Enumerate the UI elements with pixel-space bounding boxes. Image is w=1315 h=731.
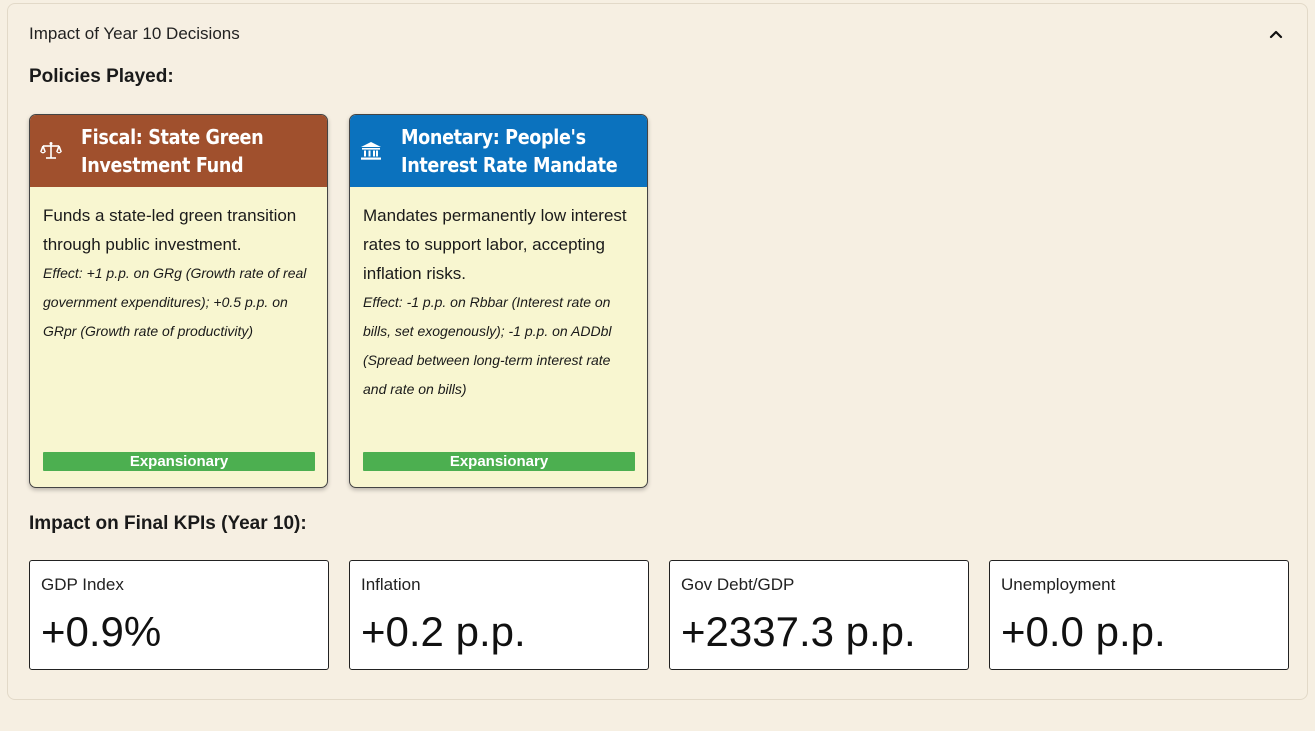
chevron-up-icon[interactable]: [1265, 23, 1287, 45]
kpi-value: +0.2 p.p.: [361, 608, 526, 655]
kpi-card-inflation: Inflation +0.2 p.p.: [349, 560, 649, 670]
kpi-label: GDP Index: [41, 575, 124, 594]
policy-card-effect: Effect: -1 p.p. on Rbbar (Interest rate …: [363, 294, 612, 397]
kpi-label: Unemployment: [1001, 575, 1116, 594]
policy-card-description: Funds a state-led green transition throu…: [43, 206, 297, 254]
policy-card-fiscal: Fiscal: State Green Investment Fund Fund…: [29, 114, 328, 488]
kpi-value: +0.9%: [41, 608, 162, 655]
kpi-value: +2337.3 p.p.: [681, 608, 916, 655]
kpi-card-unemployment: Unemployment +0.0 p.p.: [989, 560, 1289, 670]
kpi-value: +0.0 p.p.: [1001, 608, 1166, 655]
kpi-card-gov-debt-gdp: Gov Debt/GDP +2337.3 p.p.: [669, 560, 969, 670]
policies-heading: Policies Played:: [29, 66, 174, 87]
policy-card-title: Monetary: People's Interest Rate Mandate: [401, 125, 618, 177]
kpi-label: Inflation: [361, 575, 421, 594]
policy-card-effect: Effect: +1 p.p. on GRg (Growth rate of r…: [43, 265, 307, 339]
policy-card-description: Mandates permanently low interest rates …: [363, 206, 627, 283]
policy-stance-badge: Expansionary: [363, 452, 635, 471]
panel-header[interactable]: Impact of Year 10 Decisions: [29, 22, 1287, 46]
policy-card-header: Monetary: People's Interest Rate Mandate: [350, 115, 647, 187]
kpis-heading: Impact on Final KPIs (Year 10):: [29, 513, 307, 534]
kpi-card-gdp-index: GDP Index +0.9%: [29, 560, 329, 670]
policy-card-title: Fiscal: State Green Investment Fund: [81, 125, 264, 177]
kpi-label: Gov Debt/GDP: [681, 575, 795, 594]
bank-icon: [359, 139, 383, 163]
policy-card-header: Fiscal: State Green Investment Fund: [30, 115, 327, 187]
decisions-impact-panel: Impact of Year 10 Decisions Policies Pla…: [7, 3, 1308, 700]
scales-icon: [39, 139, 63, 163]
panel-title: Impact of Year 10 Decisions: [29, 24, 240, 43]
policy-card-monetary: Monetary: People's Interest Rate Mandate…: [349, 114, 648, 488]
policy-stance-badge: Expansionary: [43, 452, 315, 471]
